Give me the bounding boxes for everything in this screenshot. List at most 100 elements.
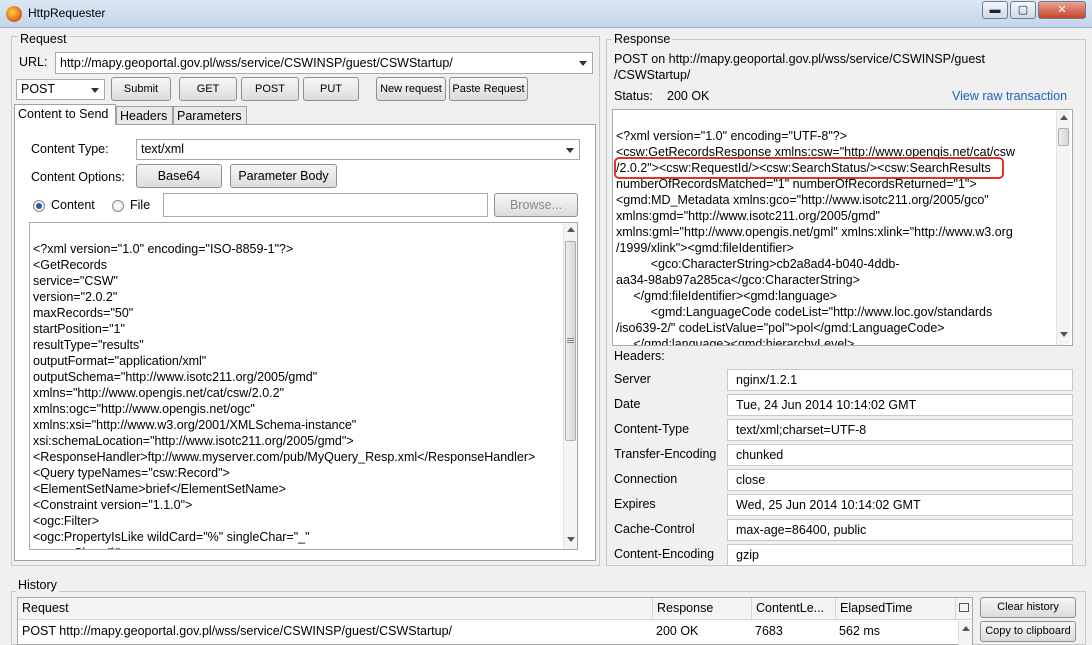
request-body-line: xmlns:ogc="http://www.opengis.net/ogc" <box>33 402 255 416</box>
response-body-line: <gco:CharacterString>cb2a8ad4-b040-4ddb- <box>616 257 900 271</box>
request-body-line: <ogc:Filter> <box>33 514 100 528</box>
response-body-line: xmlns:gml="http://www.opengis.net/gml" x… <box>616 225 1013 239</box>
response-body-line: <?xml version="1.0" encoding="UTF-8"?> <box>616 129 848 143</box>
header-name: Content-Type <box>614 422 690 436</box>
scroll-up-arrow-icon[interactable] <box>1060 115 1068 120</box>
copy-to-clipboard-button[interactable]: Copy to clipboard <box>980 621 1076 642</box>
request-body-line: service="CSW" <box>33 274 118 288</box>
response-body-line: <gmd:LanguageCode codeList="http://www.l… <box>616 305 993 319</box>
paste-request-button[interactable]: Paste Request <box>449 77 528 101</box>
cell-response: 200 OK <box>656 624 699 638</box>
header-value[interactable]: Tue, 24 Jun 2014 10:14:02 GMT <box>727 394 1073 416</box>
scroll-down-arrow-icon[interactable] <box>1060 332 1068 337</box>
history-group-label: History <box>16 578 59 592</box>
header-name: Content-Encoding <box>614 547 715 561</box>
column-header-elapsed-time[interactable]: ElapsedTime <box>835 598 955 619</box>
response-body-viewer[interactable]: <?xml version="1.0" encoding="UTF-8"?> <c… <box>612 109 1073 346</box>
header-name: Server <box>614 372 651 386</box>
response-summary-line1: POST on http://mapy.geoportal.gov.pl/wss… <box>614 52 985 66</box>
chevron-down-icon[interactable] <box>91 87 99 93</box>
file-path-input[interactable] <box>163 193 488 217</box>
submit-button[interactable]: Submit <box>111 77 171 101</box>
header-value[interactable]: Wed, 25 Jun 2014 10:14:02 GMT <box>727 494 1073 516</box>
cell-request: POST http://mapy.geoportal.gov.pl/wss/se… <box>22 624 453 638</box>
header-value[interactable]: gzip <box>727 544 1073 566</box>
content-type-value: text/xml <box>141 142 185 156</box>
history-table[interactable]: Request Response ContentLe... ElapsedTim… <box>17 597 973 645</box>
url-input[interactable]: http://mapy.geoportal.gov.pl/wss/service… <box>55 52 593 74</box>
scroll-thumb[interactable] <box>565 241 576 441</box>
records-count-highlight <box>614 157 1004 179</box>
url-value: http://mapy.geoportal.gov.pl/wss/service… <box>60 56 453 70</box>
post-button[interactable]: POST <box>241 77 299 101</box>
status-value: 200 OK <box>667 89 710 103</box>
browse-button[interactable]: Browse... <box>494 193 578 217</box>
column-picker-icon[interactable] <box>955 598 972 619</box>
window-title: HttpRequester <box>28 6 106 20</box>
status-label: Status: <box>614 89 653 103</box>
method-select[interactable]: POST <box>16 79 105 100</box>
header-value[interactable]: chunked <box>727 444 1073 466</box>
file-radio-label: File <box>130 198 151 212</box>
request-body-scrollbar[interactable] <box>563 223 577 549</box>
minimize-button[interactable]: ▬ <box>982 1 1008 19</box>
scroll-up-arrow-icon[interactable] <box>567 227 575 232</box>
base64-button[interactable]: Base64 <box>136 164 222 188</box>
column-header-response[interactable]: Response <box>652 598 751 619</box>
scroll-down-arrow-icon[interactable] <box>567 537 575 542</box>
response-body-line: </gmd:fileIdentifier><gmd:language> <box>616 289 837 303</box>
request-body-editor[interactable]: <?xml version="1.0" encoding="ISO-8859-1… <box>29 222 578 550</box>
request-body-line: outputSchema="http://www.isotc211.org/20… <box>33 370 318 384</box>
chevron-down-icon[interactable] <box>579 61 587 66</box>
column-header-request[interactable]: Request <box>18 598 652 619</box>
method-value: POST <box>21 82 56 96</box>
response-body-scrollbar[interactable] <box>1056 110 1070 345</box>
headers-label: Headers: <box>614 349 665 363</box>
content-radio-label: Content <box>51 198 95 212</box>
history-scrollbar[interactable] <box>958 621 972 645</box>
response-group-label: Response <box>612 32 673 46</box>
chevron-down-icon[interactable] <box>566 147 574 153</box>
view-raw-transaction-link[interactable]: View raw transaction <box>952 89 1067 103</box>
tab-content-to-send[interactable]: Content to Send <box>14 104 116 125</box>
file-radio[interactable] <box>112 200 124 212</box>
table-row[interactable]: POST http://mapy.geoportal.gov.pl/wss/se… <box>18 621 958 643</box>
close-button[interactable]: ✕ <box>1038 1 1086 19</box>
scroll-thumb[interactable] <box>1058 128 1069 146</box>
put-button[interactable]: PUT <box>303 77 359 101</box>
content-type-select[interactable]: text/xml <box>136 139 580 160</box>
maximize-button[interactable]: ▢ <box>1010 1 1036 19</box>
header-name: Connection <box>614 472 678 486</box>
header-name: Transfer-Encoding <box>614 447 717 461</box>
url-label: URL: <box>19 55 48 69</box>
get-button[interactable]: GET <box>179 77 237 101</box>
header-name: Cache-Control <box>614 522 695 536</box>
parameter-body-button[interactable]: Parameter Body <box>230 164 337 188</box>
response-body-line: <gmd:MD_Metadata xmlns:gco="http://www.i… <box>616 193 989 207</box>
new-request-button[interactable]: New request <box>376 77 446 101</box>
header-value[interactable]: max-age=86400, public <box>727 519 1073 541</box>
header-value[interactable]: text/xml;charset=UTF-8 <box>727 419 1073 441</box>
header-name: Expires <box>614 497 656 511</box>
header-value[interactable]: close <box>727 469 1073 491</box>
content-type-label: Content Type: <box>31 142 109 156</box>
request-body-line: startPosition="1" <box>33 322 125 336</box>
request-body-line: resultType="results" <box>33 338 144 352</box>
request-body-line: escapeChar="\"> <box>33 545 577 549</box>
response-body-line: </gmd:language><gmd:hierarchyLevel> <box>616 337 855 346</box>
title-bar <box>0 0 1092 28</box>
content-options-label: Content Options: <box>31 170 125 184</box>
header-value[interactable]: nginx/1.2.1 <box>727 369 1073 391</box>
content-radio[interactable] <box>33 200 45 212</box>
request-body-line: version="2.0.2" <box>33 290 118 304</box>
grip-icon <box>567 338 574 339</box>
tab-parameters[interactable]: Parameters <box>173 106 247 124</box>
column-header-content-length[interactable]: ContentLe... <box>751 598 835 619</box>
request-body-line: <ElementSetName>brief</ElementSetName> <box>33 482 286 496</box>
response-body-line: xmlns:gmd="http://www.isotc211.org/2005/… <box>616 209 880 223</box>
clear-history-button[interactable]: Clear history <box>980 597 1076 618</box>
request-body-line: <ogc:PropertyIsLike wildCard="%" singleC… <box>33 530 310 544</box>
tab-headers[interactable]: Headers <box>116 106 173 124</box>
cell-content-length: 7683 <box>755 624 783 638</box>
scroll-up-arrow-icon[interactable] <box>962 626 970 631</box>
